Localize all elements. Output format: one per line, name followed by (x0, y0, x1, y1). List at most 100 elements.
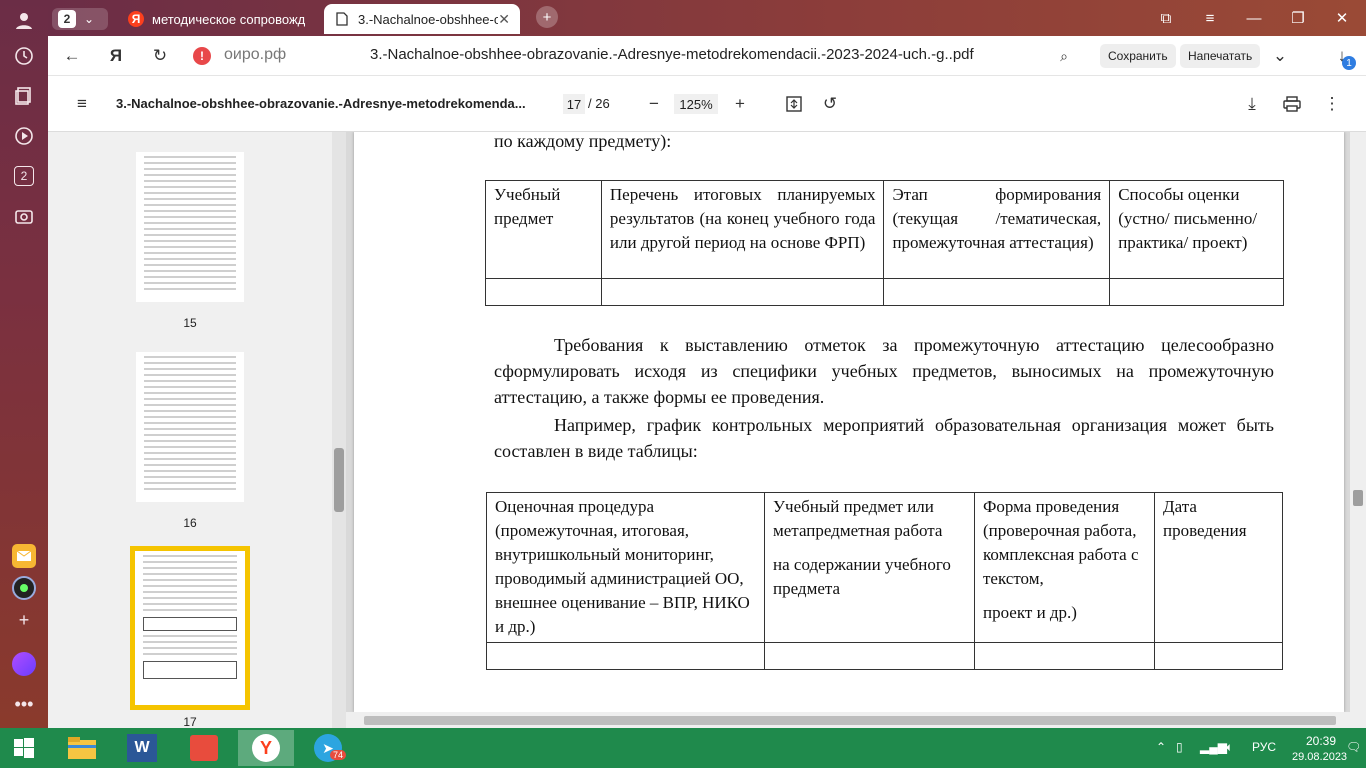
table-header-cell: Дата проведения (1154, 492, 1283, 643)
tab-count: 2 (58, 10, 76, 28)
start-icon[interactable] (0, 730, 48, 766)
address-bar: ← Я ↻ ! оиро.рф 3.-Nachalnoe-obshhee-obr… (48, 36, 1366, 76)
table-header-text: Форма проведения (проверочная работа, ко… (983, 497, 1139, 588)
doc-icon (334, 11, 350, 27)
play-icon[interactable] (8, 120, 40, 152)
table-header-cell: Учебный предмет или метапредметная работ… (764, 492, 975, 643)
restore-icon[interactable]: ❐ (1286, 6, 1310, 30)
pdf-toolbar: ≡ 3.-Nachalnoe-obshhee-obrazovanie.-Adre… (48, 76, 1366, 132)
yandex-logo-icon[interactable]: Я (104, 44, 128, 68)
control-schedule-table: Оценочная процедура (промежуточная, итог… (486, 492, 1283, 670)
zoom-input[interactable]: 125% (674, 94, 718, 114)
volume-icon[interactable]: 🔈︎ (1226, 740, 1233, 755)
more-icon[interactable]: ••• (8, 688, 40, 720)
tab-strip: 2 ⌄ Я методическое сопровожд 3.-Nachalno… (48, 0, 1366, 36)
table-header-cell: Учебный предмет (485, 180, 602, 279)
bookmark-tabs-icon[interactable]: ⧉ (1154, 6, 1178, 30)
rotate-icon[interactable]: ↺ (818, 92, 842, 116)
page-number-input[interactable]: 17 (563, 94, 585, 114)
add-panel-icon[interactable]: + (8, 604, 40, 636)
history-icon[interactable] (8, 40, 40, 72)
table-cell (764, 642, 975, 670)
pdf-title: 3.-Nachalnoe-obshhee-obrazovanie.-Adresn… (116, 96, 526, 111)
tab-metod[interactable]: Я методическое сопровожд (118, 4, 318, 34)
network-icon[interactable]: ▂▄▆ (1200, 740, 1227, 754)
yandex-icon: Я (128, 11, 144, 27)
language-indicator[interactable]: РУС (1252, 740, 1276, 754)
download-icon[interactable]: ⤓ (1240, 92, 1264, 116)
table-header-cell: Оценочная процедура (промежуточная, итог… (486, 492, 765, 643)
mail-app-icon[interactable] (8, 540, 40, 572)
document-viewport: по каждому предмету): Учебный предмет Пе… (346, 132, 1366, 728)
yandex-browser-icon[interactable]: Y (238, 730, 294, 766)
hamburger-menu-icon[interactable]: ≡ (70, 92, 94, 116)
table-header-text: проект и др.) (983, 603, 1077, 622)
screenshot-icon[interactable] (8, 200, 40, 232)
close-icon[interactable]: ✕ (498, 11, 510, 28)
document-scrollbar[interactable] (1350, 132, 1366, 728)
table-cell (974, 642, 1155, 670)
zoom-out-icon[interactable]: − (642, 92, 666, 116)
thumbnails-scrollbar[interactable] (332, 132, 346, 728)
page-title[interactable]: 3.-Nachalnoe-obshhee-obrazovanie.-Adresn… (370, 46, 974, 63)
thumbnail-page[interactable] (136, 152, 244, 302)
table-cell (486, 642, 765, 670)
more-vertical-icon[interactable]: ⋮ (1320, 92, 1344, 116)
horizontal-scrollbar[interactable] (346, 712, 1350, 728)
windows-taskbar: W Y ➤ 74 ⌃ ▯ ▂▄▆ 🔈︎ РУС 20:39 29.08.2023… (0, 728, 1366, 768)
table-header-text: на содержании учебного предмета (773, 555, 951, 598)
profile-icon[interactable] (8, 4, 40, 36)
page-total: / 26 (588, 96, 610, 111)
table-cell (1109, 278, 1284, 306)
battery-icon[interactable]: ▯ (1176, 740, 1183, 754)
back-icon[interactable]: ← (60, 44, 84, 68)
table-header-text: Учебный предмет или метапредметная работ… (773, 497, 943, 540)
word-icon[interactable]: W (114, 730, 170, 766)
zoom-in-icon[interactable]: + (728, 92, 752, 116)
notifications-icon[interactable]: 🗨︎ (1346, 740, 1361, 754)
print-button[interactable]: Напечатать (1180, 44, 1261, 68)
alice-icon[interactable] (8, 648, 40, 680)
chevron-down-icon[interactable]: ⌄ (1268, 44, 1292, 68)
domain-label[interactable]: оиро.рф (224, 46, 286, 64)
presentation-icon[interactable] (176, 730, 232, 766)
clock-date[interactable]: 29.08.2023 (1292, 751, 1347, 763)
thumbnail-page-current[interactable] (135, 551, 245, 705)
print-icon[interactable] (1280, 92, 1304, 116)
browser-sidebar: 2 + ••• (0, 0, 48, 728)
thumbnail-number: 15 (183, 316, 197, 330)
thumbnail-page[interactable] (136, 352, 244, 502)
table-cell (600, 278, 885, 306)
tab-label: 3.-Nachalnoe-obshhee-o (358, 11, 498, 27)
table-header-cell: Форма проведения (проверочная работа, ко… (974, 492, 1155, 643)
close-window-icon[interactable]: ✕ (1330, 6, 1354, 30)
table-cell (883, 278, 1111, 306)
alice-app-icon[interactable] (8, 572, 40, 604)
thumbnail-number: 17 (183, 715, 197, 728)
chevron-down-icon: ⌄ (84, 12, 95, 26)
warning-icon[interactable]: ! (193, 47, 211, 65)
telegram-icon[interactable]: ➤ 74 (300, 730, 356, 766)
collections-icon[interactable] (8, 80, 40, 112)
thumbnails-panel: 15 16 17 (48, 132, 346, 728)
tab-pdf[interactable]: 3.-Nachalnoe-obshhee-o ✕ (324, 4, 520, 34)
tray-chevron-icon[interactable]: ⌃ (1156, 740, 1166, 754)
save-button[interactable]: Сохранить (1100, 44, 1176, 68)
file-explorer-icon[interactable] (54, 730, 110, 766)
pdf-page: по каждому предмету): Учебный предмет Пе… (354, 132, 1344, 712)
clock-time[interactable]: 20:39 (1306, 734, 1336, 748)
table-cell (485, 278, 602, 306)
paragraph-example: Например, график контрольных мероприятий… (494, 415, 1274, 461)
tab-groups-button[interactable]: 2 ⌄ (52, 8, 108, 30)
reload-icon[interactable]: ↻ (148, 44, 172, 68)
minimize-icon[interactable]: — (1242, 6, 1266, 30)
thumbnail-number: 16 (183, 516, 197, 530)
sidebar-badge: 2 (14, 166, 34, 186)
fit-page-icon[interactable] (782, 92, 806, 116)
menu-icon[interactable]: ≡ (1198, 6, 1222, 30)
telegram-badge: 74 (330, 750, 347, 760)
search-icon[interactable]: ⌕ (1052, 44, 1076, 68)
mail-counter-icon[interactable]: 2 (8, 160, 40, 192)
new-tab-icon[interactable]: + (536, 6, 558, 28)
table-header-cell: Этап формирования (текущая /тематическая… (883, 180, 1111, 279)
